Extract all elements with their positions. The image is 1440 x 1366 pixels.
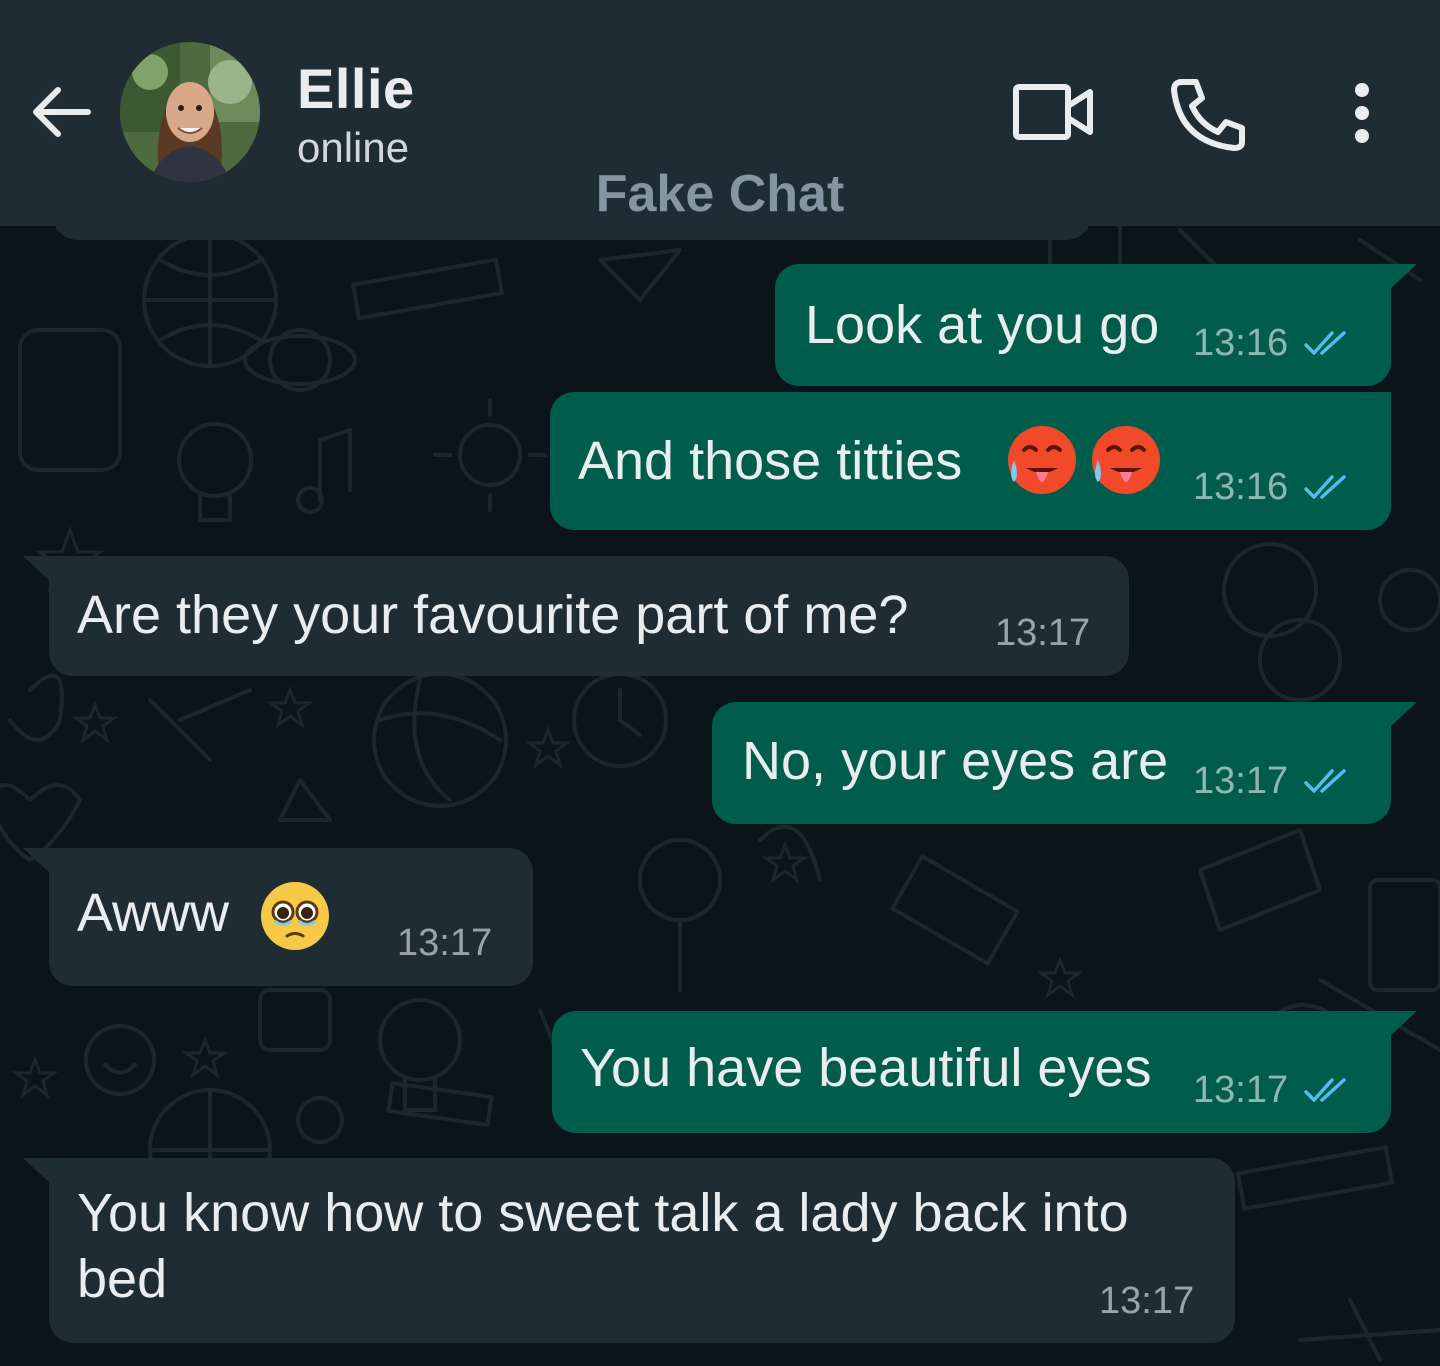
message-outgoing[interactable]: You have beautiful eyes 13:17 [552,1011,1417,1133]
message-outgoing[interactable]: And those titties 13:16 [550,392,1391,530]
message-text: Awww [77,883,230,943]
message-time: 13:17 [1099,1280,1195,1322]
phone-icon [1171,79,1245,151]
message-text: And those titties [578,431,963,491]
watermark: Fake Chat [595,165,845,223]
double-check-read-icon [1304,474,1346,499]
arrow-left-icon [33,87,91,137]
message-time: 13:17 [397,922,493,964]
double-check-read-icon [1304,330,1346,355]
message-time: 13:16 [1193,322,1289,364]
message-incoming[interactable]: You know how to sweet talk a lady back i… [23,1158,1235,1343]
pleading-face-emoji [261,882,329,950]
more-vertical-icon [1355,83,1369,143]
hot-face-emoji [1008,426,1076,494]
contact-name[interactable]: Ellie [297,56,415,121]
message-time: 13:17 [995,612,1091,654]
video-call-button[interactable] [1012,80,1094,144]
message-outgoing[interactable]: No, your eyes are 13:17 [712,702,1417,824]
more-options-button[interactable] [1340,78,1384,148]
message-time: 13:16 [1193,466,1289,508]
message-text: You have beautiful eyes [580,1038,1152,1098]
back-button[interactable] [24,78,96,146]
double-check-read-icon [1304,768,1346,793]
message-time: 13:17 [1193,760,1289,802]
message-text: Are they your favourite part of me? [77,585,909,645]
message-text: You know how to sweet talk a lady back i… [77,1183,1129,1309]
double-check-read-icon [1304,1077,1346,1102]
message-incoming[interactable]: Are they your favourite part of me? 13:1… [23,556,1129,676]
chat-header: Ellie online Fake Chat [0,0,1440,226]
message-outgoing[interactable]: Look at you go 13:16 [775,264,1417,386]
hot-face-emoji [1092,426,1160,494]
message-text: No, your eyes are [742,731,1169,791]
message-time: 13:17 [1193,1069,1289,1111]
voice-call-button[interactable] [1168,76,1248,152]
message-text: Look at you go [805,295,1160,355]
avatar[interactable] [120,42,260,182]
message-incoming[interactable]: Awww 13:17 [23,848,533,986]
video-camera-icon [1013,84,1093,140]
